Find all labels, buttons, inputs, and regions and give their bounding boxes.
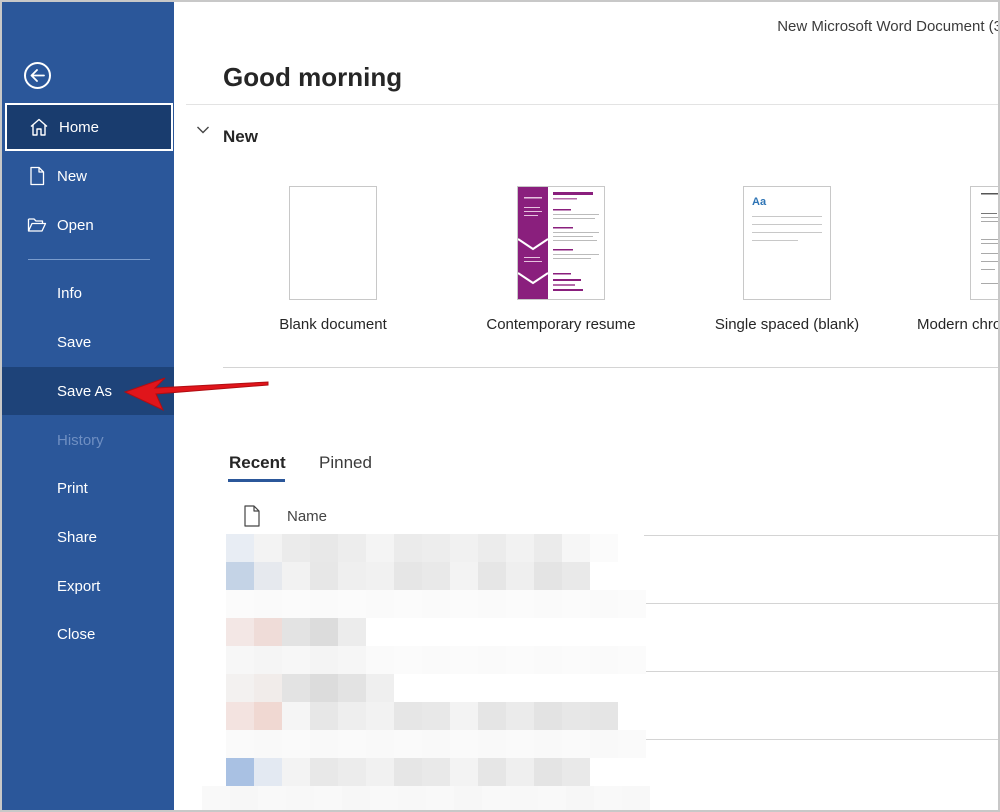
sidebar-item-save[interactable]: Save xyxy=(2,318,174,366)
recent-file-row-detail xyxy=(226,702,618,730)
recent-file-spacer xyxy=(226,730,646,758)
page-title: Good morning xyxy=(223,62,403,92)
sidebar-item-new[interactable]: New xyxy=(2,152,174,200)
sidebar-divider xyxy=(28,259,150,260)
sidebar-item-label: Home xyxy=(59,118,100,136)
template-label: Contemporary resume xyxy=(486,316,636,333)
recent-file-spacer xyxy=(226,590,646,618)
sidebar-item-label: New xyxy=(57,167,88,185)
chevron-down-icon xyxy=(197,126,209,134)
name-column-header[interactable]: Name xyxy=(287,508,327,525)
app-window: Home New Open Info Save Save As History xyxy=(0,0,1000,812)
resume-preview-graphic xyxy=(518,187,599,299)
recent-file-row-detail xyxy=(226,646,646,674)
sidebar-item-export[interactable]: Export xyxy=(2,562,174,610)
backstage-main: New Microsoft Word Document (3 Good morn… xyxy=(174,2,1000,810)
back-button[interactable] xyxy=(24,62,51,89)
template-blank-document[interactable]: Blank document xyxy=(228,186,438,336)
sidebar-item-home[interactable]: Home xyxy=(5,103,173,151)
sidebar-item-close[interactable]: Close xyxy=(2,610,174,658)
sidebar-item-label: Print xyxy=(57,479,88,497)
recent-file-row[interactable] xyxy=(226,758,590,786)
new-document-icon xyxy=(30,166,45,186)
sidebar-item-history: History xyxy=(2,416,174,464)
template-contemporary-resume[interactable]: Contemporary resume xyxy=(456,186,666,336)
template-label: Single spaced (blank) xyxy=(714,316,860,333)
sidebar-item-label: Save As xyxy=(57,382,113,400)
back-arrow-icon xyxy=(30,69,45,82)
row-divider xyxy=(644,603,998,604)
template-single-spaced[interactable]: Aa Single spaced (blank) xyxy=(682,186,892,336)
recent-file-row[interactable] xyxy=(226,674,394,702)
tab-recent[interactable]: Recent xyxy=(229,453,286,473)
file-type-icon xyxy=(244,505,260,527)
sidebar-item-label: History xyxy=(57,431,104,449)
template-label: Blank document xyxy=(279,316,387,333)
tab-active-indicator xyxy=(228,479,285,482)
template-modern-chronological[interactable]: Modern chro xyxy=(906,186,1000,336)
row-divider xyxy=(644,671,998,672)
home-icon xyxy=(30,118,48,136)
template-thumbnail xyxy=(517,186,605,300)
template-thumbnail xyxy=(970,186,998,300)
row-divider xyxy=(644,739,998,740)
new-section-toggle[interactable] xyxy=(196,125,210,135)
template-thumbnail xyxy=(289,186,377,300)
template-label: Modern chro xyxy=(917,316,1000,333)
folder-open-icon xyxy=(27,218,47,232)
recent-file-row-detail xyxy=(202,786,650,810)
new-section-heading: New xyxy=(223,127,258,146)
sidebar-item-share[interactable]: Share xyxy=(2,513,174,561)
single-spaced-lines xyxy=(752,216,822,241)
sidebar-item-print[interactable]: Print xyxy=(2,464,174,512)
sidebar-item-label: Open xyxy=(57,216,94,234)
template-thumbnail: Aa xyxy=(743,186,831,300)
divider xyxy=(223,367,998,368)
sidebar-item-label: Save xyxy=(57,333,92,351)
sidebar-item-label: Close xyxy=(57,625,96,643)
recent-file-row-detail xyxy=(226,562,590,590)
sidebar-item-label: Export xyxy=(57,577,101,595)
recent-file-row[interactable] xyxy=(226,534,618,562)
annotation-arrow-icon xyxy=(123,377,269,412)
sidebar-item-label: Share xyxy=(57,528,98,546)
document-title: New Microsoft Word Document (3 xyxy=(777,18,1000,35)
recent-file-row[interactable] xyxy=(226,618,366,646)
sidebar-item-label: Info xyxy=(57,284,83,302)
modern-chrono-preview xyxy=(981,193,998,284)
divider xyxy=(186,104,998,105)
tab-pinned[interactable]: Pinned xyxy=(319,453,372,473)
sidebar-item-info[interactable]: Info xyxy=(2,269,174,317)
sidebar-item-open[interactable]: Open xyxy=(2,201,174,249)
row-divider xyxy=(644,535,998,536)
